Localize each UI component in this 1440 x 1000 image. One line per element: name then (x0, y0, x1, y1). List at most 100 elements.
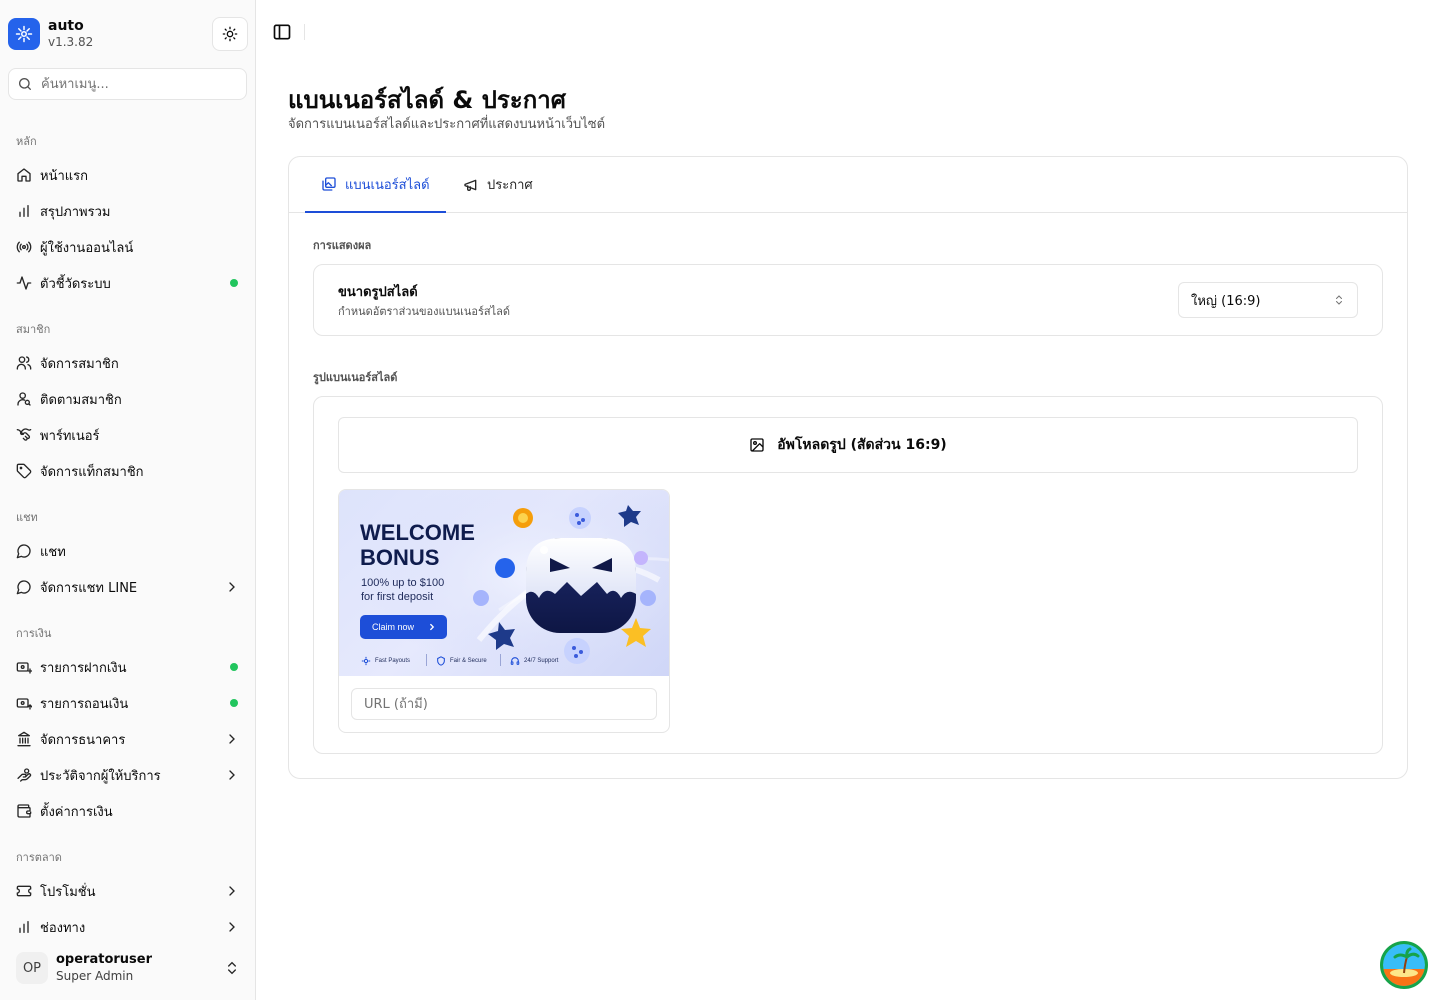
sidebar-item-label: ช่องทาง (40, 920, 86, 936)
handshake-icon (16, 427, 32, 443)
nav-group-label-members: สมาชิก (16, 323, 51, 336)
images-icon (322, 177, 336, 191)
sidebar-item-label: แชท (40, 544, 66, 560)
sun-icon (222, 26, 238, 42)
chevron-right-icon (229, 770, 235, 780)
sidebar-item-finance-settings[interactable]: ตั้งค่าการเงิน (8, 795, 248, 827)
banner-sub-line1: 100% up to $100 (361, 577, 445, 589)
status-dot (230, 663, 238, 671)
sidebar-item-manage-members[interactable]: จัดการสมาชิก (8, 347, 248, 379)
banknote-out-icon (16, 695, 32, 711)
sidebar-item-deposits[interactable]: รายการฝากเงิน (8, 651, 248, 683)
sidebar-item-label: ติดตามสมาชิก (40, 392, 122, 408)
banner-cta-label: Claim now (372, 622, 415, 632)
menu-search (8, 68, 247, 100)
sidebar-item-track-members[interactable]: ติดตามสมาชิก (8, 383, 248, 415)
slide-size-setting: ขนาดรูปสไลด์ กำหนดอัตราส่วนของแบนเนอร์สไ… (313, 264, 1383, 336)
sidebar-item-channels[interactable]: ช่องทาง (8, 911, 248, 943)
sidebar-item-provider-history[interactable]: ประวัติจากผู้ให้บริการ (8, 759, 248, 791)
banner-title-line1: WELCOME (360, 520, 475, 545)
sidebar-item-label: โปรโมชั่น (40, 884, 96, 900)
nav-group-label-finance: การเงิน (16, 627, 52, 640)
banner-feature-label: 24/7 Support (524, 658, 559, 664)
tag-icon (16, 463, 32, 479)
sidebar-item-home[interactable]: หน้าแรก (8, 159, 248, 191)
activity-icon (16, 275, 32, 291)
banner-subtitle: 100% up to $100 for first deposit (361, 576, 444, 604)
slide-size-select[interactable]: ใหญ่ (16:9) (1178, 282, 1358, 318)
search-icon (19, 78, 31, 90)
island-icon (1383, 944, 1425, 986)
sidebar-item-label: จัดการแชท LINE (40, 580, 138, 596)
page-subtitle: จัดการแบนเนอร์สไลด์และประกาศที่แสดงบนหน้… (288, 117, 606, 132)
setting-description: กำหนดอัตราส่วนของแบนเนอร์สไลด์ (338, 305, 511, 318)
nav-group-label-main: หลัก (16, 135, 37, 148)
sidebar-item-label: ตัวชี้วัดระบบ (40, 276, 111, 292)
landmark-icon (16, 731, 32, 747)
banner-image[interactable]: WELCOME BONUS 100% up to $100 for first … (339, 490, 669, 676)
headset-icon (510, 657, 520, 665)
status-dot (230, 699, 238, 707)
home-icon (16, 167, 32, 183)
theme-toggle-button[interactable] (212, 17, 248, 51)
bar-chart-icon (16, 919, 32, 935)
brand-name: auto (48, 18, 84, 34)
feature-divider (500, 654, 501, 666)
banner-images-panel: อัพโหลดรูป (สัดส่วน 16:9) WELCOME BONUS … (313, 396, 1383, 754)
setting-title: ขนาดรูปสไลด์ (338, 285, 418, 300)
banner-settings-card: แบนเนอร์สไลด์ ประกาศ การแสดงผล ขนาดรูปสไ… (288, 156, 1408, 779)
sidebar-item-label: ผู้ใช้งานออนไลน์ (40, 240, 134, 256)
image-icon (750, 438, 764, 452)
message-circle-icon (16, 543, 32, 559)
wallet-icon (16, 803, 32, 819)
sidebar-item-label: หน้าแรก (40, 168, 88, 184)
banner-title-line2: BONUS (360, 545, 440, 570)
hand-coins-icon (16, 767, 32, 783)
users-icon (16, 355, 32, 371)
sidebar-item-banks[interactable]: จัดการธนาคาร (8, 723, 248, 755)
sidebar-item-member-tags[interactable]: จัดการแท็กสมาชิก (8, 455, 248, 487)
sidebar-item-label: จัดการธนาคาร (40, 732, 126, 748)
floating-assistant-avatar[interactable] (1380, 941, 1428, 989)
sidebar-item-withdrawals[interactable]: รายการถอนเงิน (8, 687, 248, 719)
brand[interactable]: auto v1.3.82 (8, 16, 248, 52)
sidebar-item-system-metrics[interactable]: ตัวชี้วัดระบบ (8, 267, 248, 299)
chevrons-up-down-icon (1336, 295, 1342, 305)
select-value: ใหญ่ (16:9) (1191, 293, 1261, 309)
banner-feature-label: Fair & Secure (450, 658, 487, 664)
upload-label: อัพโหลดรูป (สัดส่วน 16:9) (777, 437, 947, 453)
chevron-right-icon (229, 582, 235, 592)
upload-image-button[interactable]: อัพโหลดรูป (สัดส่วน 16:9) (338, 417, 1358, 473)
images-section-label: รูปแบนเนอร์สไลด์ (313, 371, 398, 384)
sidebar: auto v1.3.82 หลัก หน้าแรก สรุปภาพรวม ผู้… (0, 0, 256, 1000)
tab-announcements[interactable]: ประกาศ (447, 157, 549, 212)
chevron-right-icon (430, 623, 435, 631)
chevron-right-icon (229, 886, 235, 896)
sidebar-item-label: ตั้งค่าการเงิน (40, 804, 113, 820)
slide-url-input[interactable] (351, 688, 657, 720)
search-input[interactable] (41, 76, 231, 92)
sidebar-item-promotions[interactable]: โปรโมชั่น (8, 875, 248, 907)
sidebar-item-label: จัดการแท็กสมาชิก (40, 464, 144, 480)
slide-item: WELCOME BONUS 100% up to $100 for first … (338, 489, 670, 733)
sidebar-item-overview[interactable]: สรุปภาพรวม (8, 195, 248, 227)
sidebar-toggle-button[interactable] (272, 22, 292, 42)
avatar: OP (16, 952, 48, 984)
tab-banner-slides[interactable]: แบนเนอร์สไลด์ (305, 157, 446, 213)
sidebar-item-online-users[interactable]: ผู้ใช้งานออนไลน์ (8, 231, 248, 263)
chevron-right-icon (229, 734, 235, 744)
banknote-in-icon (16, 659, 32, 675)
banner-title: WELCOME BONUS (360, 520, 475, 570)
user-menu[interactable]: OP operatoruser Super Admin (8, 944, 248, 992)
sidebar-item-partners[interactable]: พาร์ทเนอร์ (8, 419, 248, 451)
logo-icon (15, 25, 33, 43)
sidebar-item-line-chat[interactable]: จัดการแชท LINE (8, 571, 248, 603)
banner-sub-line2: for first deposit (361, 591, 434, 603)
topbar-divider (304, 24, 305, 40)
sidebar-item-label: จัดการสมาชิก (40, 356, 119, 372)
tab-bar: แบนเนอร์สไลด์ ประกาศ (289, 157, 1407, 213)
banner-feature: 24/7 Support (510, 656, 558, 666)
sidebar-item-chat[interactable]: แชท (8, 535, 248, 567)
sidebar-item-label: รายการฝากเงิน (40, 660, 127, 676)
banner-claim-button: Claim now (360, 615, 447, 639)
